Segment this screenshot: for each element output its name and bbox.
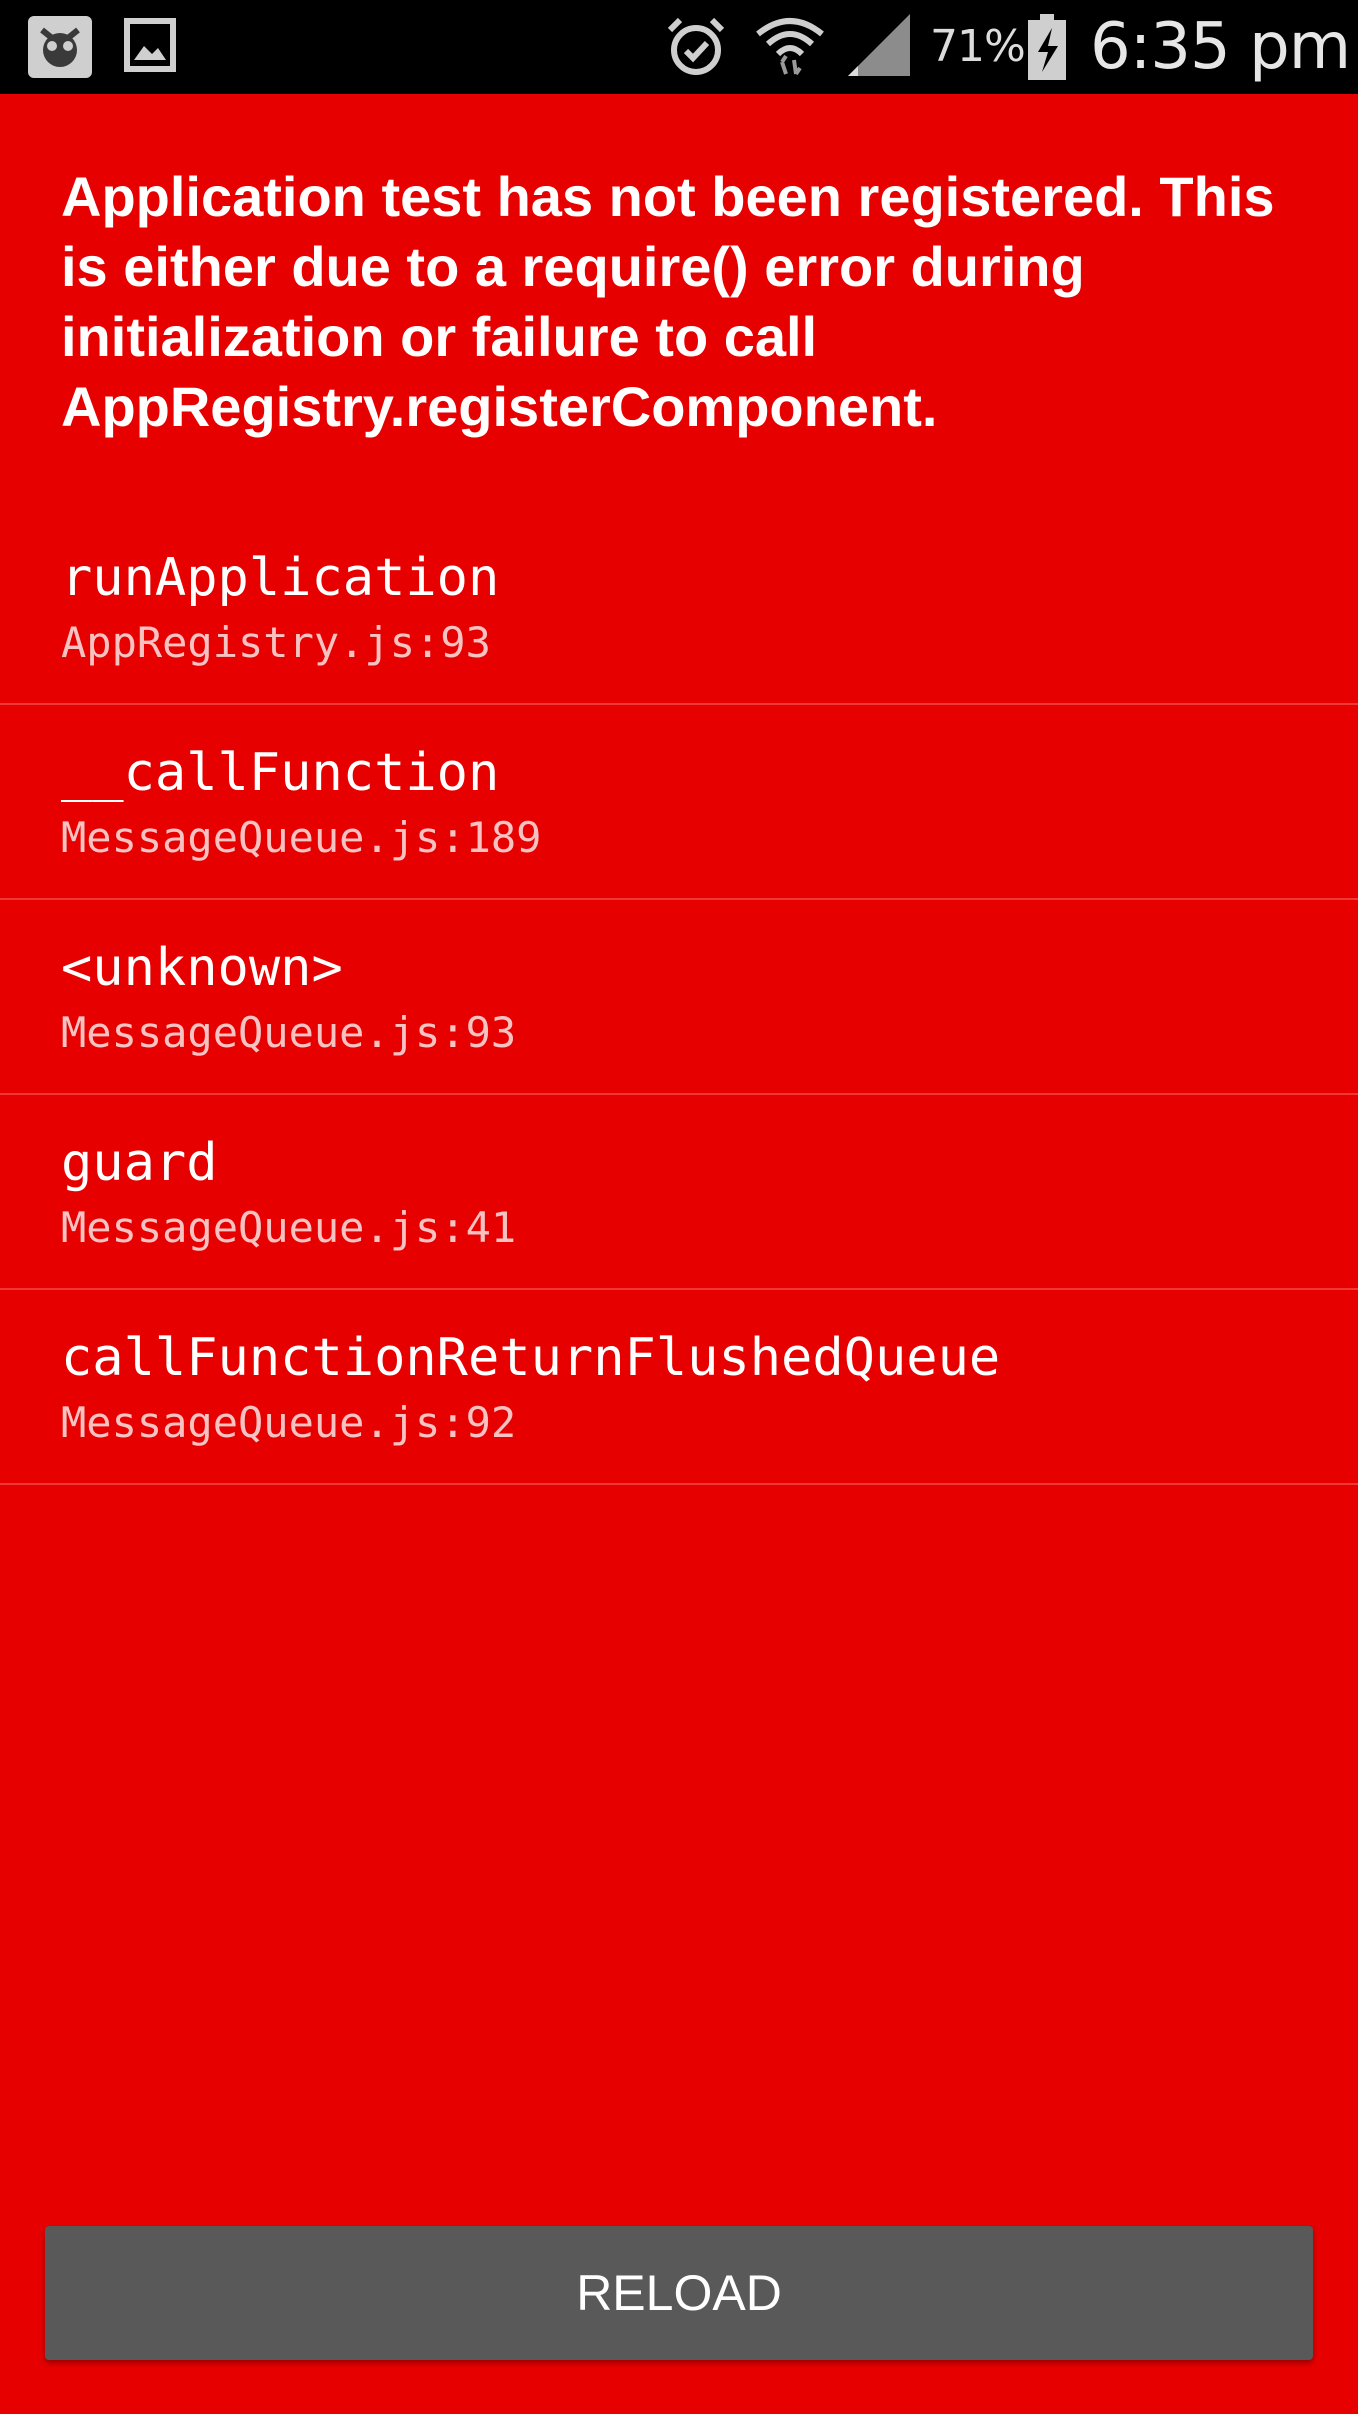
battery-charging-icon [1028,14,1066,80]
stack-frame[interactable]: callFunctionReturnFlushedQueue MessageQu… [0,1290,1358,1485]
image-notification-icon [124,18,176,72]
signal-icon [848,14,910,78]
stack-frame-method: guard [61,1133,218,1193]
stack-trace-list: runApplication AppRegistry.js:93 __callF… [0,510,1358,1485]
wifi-icon [754,12,826,80]
stack-frame[interactable]: guard MessageQueue.js:41 [0,1095,1358,1290]
app-notification-icon [28,16,92,78]
reload-button[interactable]: RELOAD [45,2226,1313,2360]
stack-frame-location: AppRegistry.js:93 [61,618,491,667]
status-bar-time: 6:35 pm [1090,10,1351,84]
stack-frame-location: MessageQueue.js:41 [61,1203,517,1252]
status-bar: 71% 6:35 pm [0,0,1358,94]
stack-frame[interactable]: __callFunction MessageQueue.js:189 [0,705,1358,900]
stack-frame[interactable]: runApplication AppRegistry.js:93 [0,510,1358,705]
stack-frame-location: MessageQueue.js:93 [61,1008,517,1057]
stack-frame-method: __callFunction [61,743,500,803]
stack-frame-location: MessageQueue.js:189 [61,813,542,862]
battery-percent: 71% [930,21,1026,72]
stack-frame-location: MessageQueue.js:92 [61,1398,517,1447]
stack-frame-method: runApplication [61,548,500,608]
stack-frame-method: callFunctionReturnFlushedQueue [61,1328,1001,1388]
stack-frame[interactable]: <unknown> MessageQueue.js:93 [0,900,1358,1095]
stack-frame-method: <unknown> [61,938,343,998]
error-message: Application test has not been registered… [61,165,1275,438]
alarm-icon [664,14,728,78]
